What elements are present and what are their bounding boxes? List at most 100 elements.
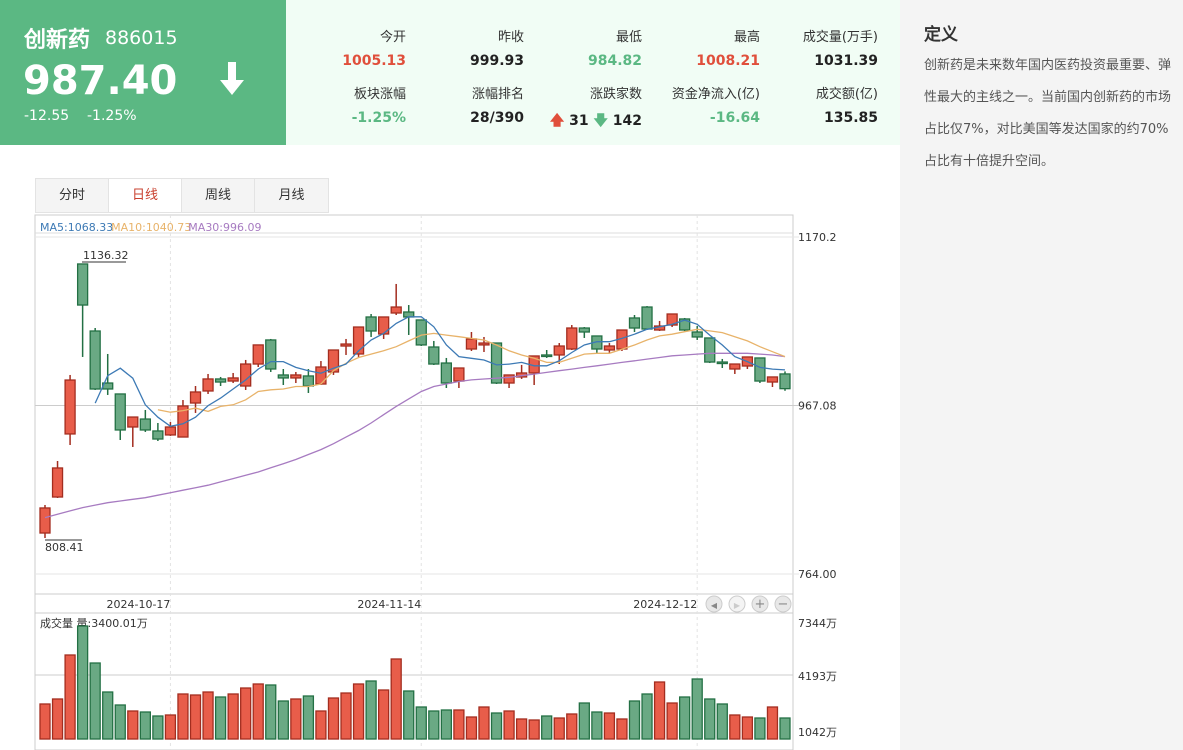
volume-bar [603, 712, 616, 740]
stat-label: 最高 [733, 30, 760, 45]
stat-label: 昨收 [497, 30, 524, 45]
candle-body [553, 345, 565, 356]
stat-value: -16.64 [709, 110, 760, 126]
volume-bar [415, 706, 427, 740]
x-tick-label: 2024-11-14 [357, 598, 421, 611]
candle-body [390, 306, 402, 314]
candle-body [465, 338, 478, 350]
candle-body [202, 378, 214, 392]
volume-bar [202, 691, 214, 740]
volume-bar [365, 680, 377, 740]
volume-bar [679, 696, 691, 740]
stat-9: 成交额(亿) 135.85 [758, 83, 878, 126]
volume-bar [89, 662, 101, 740]
stat-1: 昨收 999.93 [404, 26, 524, 69]
definition-text: 创新药是未来数年国内医药投资最重要、弹性最大的主线之一。当前国内创新药的市场占比… [924, 58, 1172, 169]
volume-bar [465, 716, 478, 740]
zoom-out-icon[interactable] [774, 595, 792, 613]
candle-body [277, 374, 289, 379]
volume-bar [51, 698, 64, 740]
up-count: 31 [564, 113, 594, 129]
ma5-line [94, 316, 786, 427]
volume-bar [453, 709, 465, 740]
scroll-left-icon[interactable] [705, 595, 723, 613]
volume-frame [34, 612, 794, 750]
stat-label: 最低 [615, 30, 642, 45]
candle-body [628, 317, 641, 329]
candle-body [302, 375, 315, 387]
tab-0[interactable]: 分时 [36, 179, 109, 212]
candle-body [102, 382, 114, 390]
min-price-label: 808.41 [45, 541, 84, 554]
volume-bar [164, 714, 177, 740]
stat-2: 最低 984.82 [522, 26, 642, 69]
x-tick-label: 2024-12-12 [633, 598, 697, 611]
stat-label: 成交量(万手) [802, 30, 878, 45]
candle-body [315, 366, 327, 385]
candle-body [290, 374, 302, 379]
volume-bar [541, 715, 553, 740]
ma-legend-ma10: MA10:1040.73 [111, 221, 191, 234]
scroll-right-glyph[interactable]: ▶ [734, 601, 741, 610]
candle-body [729, 363, 741, 370]
tab-3[interactable]: 月线 [255, 179, 328, 212]
zoom-in-button[interactable]: + [751, 595, 769, 613]
volume-bar [754, 717, 766, 740]
candle-body [528, 355, 540, 374]
stat-value: 🡅 31 🡇 142 [522, 110, 642, 134]
ma-legend-ma5: MA5:1068.33 [40, 221, 113, 234]
candle-body [39, 507, 51, 534]
volume-bar [503, 710, 515, 740]
scroll-right-icon[interactable] [728, 595, 746, 613]
zoom-in-icon[interactable] [751, 595, 769, 613]
volume-bar [553, 717, 565, 740]
candle-body [453, 367, 465, 382]
volume-bar [704, 698, 716, 740]
candle-body [127, 416, 139, 428]
max-price-label: 1136.32 [83, 249, 129, 262]
volume-bar [340, 692, 352, 740]
volume-bar [653, 681, 666, 740]
volume-bar [139, 711, 151, 740]
stat-label: 今开 [379, 30, 406, 45]
volume-bar [766, 706, 779, 740]
volume-y-tick: 4193万 [798, 670, 837, 683]
stat-7: 涨跌家数 🡅 31 🡇 142 [522, 83, 642, 134]
scroll-left-button[interactable]: ◀ [705, 595, 723, 613]
candle-body [327, 349, 340, 373]
candle-body [741, 356, 754, 367]
tab-2[interactable]: 周线 [182, 179, 255, 212]
candle-body [490, 342, 503, 384]
candle-body [478, 342, 490, 346]
volume-bar [265, 684, 277, 740]
volume-bar [515, 718, 528, 740]
volume-bar [189, 694, 202, 740]
candle-body [440, 362, 453, 384]
volume-bar [377, 689, 390, 740]
volume-bar [628, 700, 641, 740]
scroll-right-button[interactable]: ▶ [728, 595, 746, 613]
tab-1[interactable]: 日线 [109, 179, 182, 212]
volume-bar [302, 695, 315, 740]
volume-bar [315, 710, 327, 740]
arrow-up-icon: 🡅 [549, 113, 565, 129]
volume-bar [327, 697, 340, 740]
period-tabs: 分时 日线 周线 月线 [35, 178, 329, 213]
chart-frame [34, 214, 794, 614]
volume-title: 成交量 量:3400.01万 [40, 616, 148, 630]
price-change-pct: -1.25% [87, 108, 137, 124]
candle-body [64, 379, 76, 435]
candle-body [252, 344, 264, 365]
scroll-left-glyph[interactable]: ◀ [711, 601, 718, 610]
index-code: 886015 [105, 27, 178, 49]
candle-body [515, 372, 528, 378]
volume-bar [440, 709, 453, 740]
candle-body [653, 325, 666, 331]
candle-body [679, 318, 691, 331]
candle-body [754, 357, 766, 382]
candle-body [428, 346, 440, 365]
candle-body [365, 316, 377, 332]
zoom-in-glyph[interactable]: + [755, 597, 766, 612]
zoom-out-button[interactable]: − [774, 595, 792, 613]
zoom-out-glyph[interactable]: − [778, 597, 789, 612]
